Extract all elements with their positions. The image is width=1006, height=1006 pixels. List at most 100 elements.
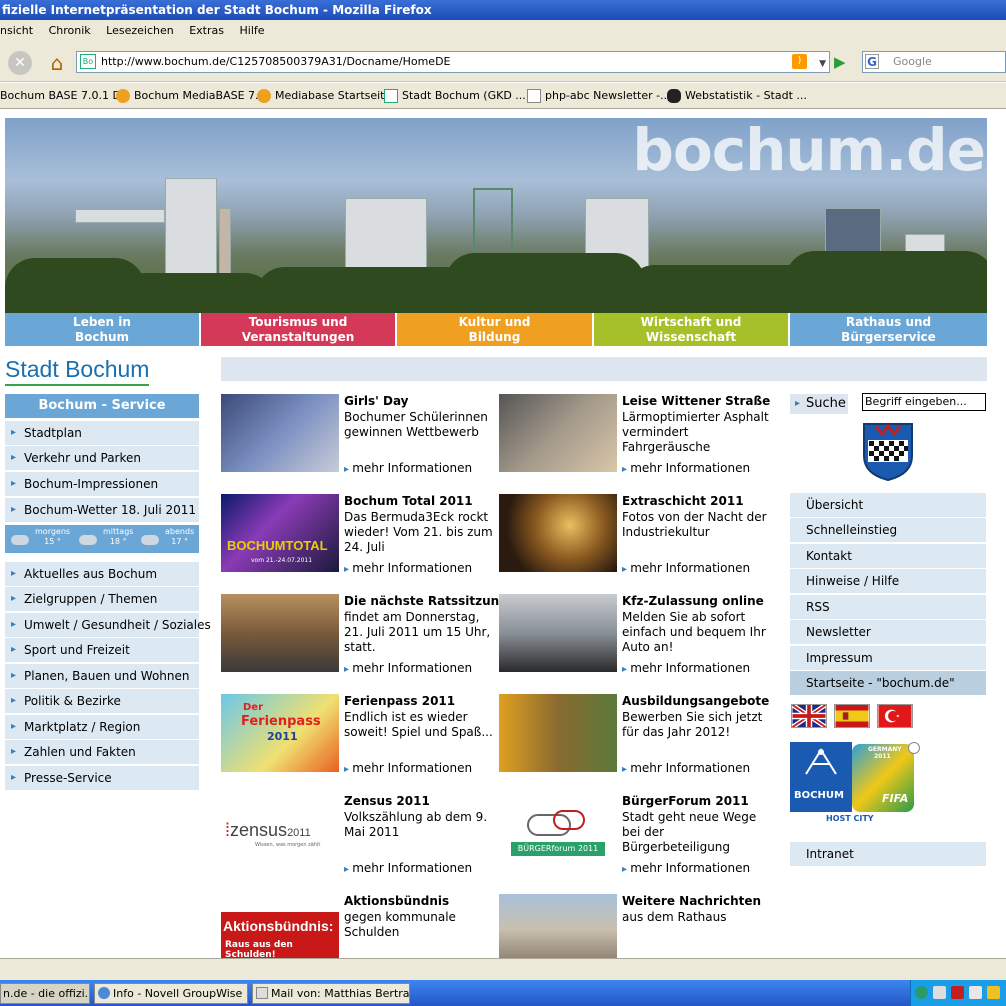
news-title[interactable]: Ausbildungsangebote <box>622 694 769 708</box>
tab-leben-in-bochum[interactable]: Leben in Bochum <box>5 313 201 346</box>
taskbar-item-groupwise[interactable]: Info - Novell GroupWise ... <box>94 983 248 1004</box>
more-link[interactable]: mehr Informationen <box>622 861 750 875</box>
bookmark-php-abc[interactable]: php-abc Newsletter -... <box>527 83 671 108</box>
menu-item-politik[interactable]: Politik & Bezirke <box>5 689 199 713</box>
url-text: http://www.bochum.de/C125708500379A31/Do… <box>101 55 451 68</box>
menu-item-zahlen[interactable]: Zahlen und Fakten <box>5 740 199 764</box>
link-hinweise[interactable]: Hinweise / Hilfe <box>790 569 986 593</box>
home-icon[interactable]: ⌂ <box>44 50 70 76</box>
link-schnelleinstieg[interactable]: Schnelleinstieg <box>790 518 986 542</box>
bookmark-mediabase[interactable]: Bochum MediaBASE 7... <box>116 83 266 108</box>
news-image-extraschicht[interactable] <box>499 494 617 572</box>
chevron-down-icon[interactable]: ▼ <box>819 54 826 72</box>
tab-tourismus[interactable]: Tourismus und Veranstaltungen <box>201 313 397 346</box>
link-startseite[interactable]: Startseite - "bochum.de" <box>790 671 986 695</box>
link-impressum[interactable]: Impressum <box>790 646 986 670</box>
news-image-kfz-zulassung[interactable] <box>499 594 617 672</box>
search-label[interactable]: Suche <box>790 394 848 414</box>
menu-item-aktuelles[interactable]: Aktuelles aus Bochum <box>5 562 199 586</box>
pen-icon[interactable] <box>933 986 946 999</box>
news-image-ausbildung[interactable] <box>499 694 617 772</box>
tab-kultur[interactable]: Kultur und Bildung <box>397 313 594 346</box>
uk-flag-icon[interactable] <box>791 704 827 728</box>
news-title[interactable]: Extraschicht 2011 <box>622 494 744 508</box>
news-image-aktionsbuendnis[interactable]: Aktionsbündnis: Raus aus den Schulden! <box>221 894 339 958</box>
site-title[interactable]: Stadt Bochum <box>5 356 150 386</box>
menu-item-zielgruppen[interactable]: Zielgruppen / Themen <box>5 587 199 611</box>
news-item: Girls' Day Bochumer Schülerinnen gewinne… <box>221 394 491 484</box>
rss-icon[interactable]: ) <box>792 54 807 69</box>
news-image-buergerforum[interactable]: BÜRGERforum 2011 <box>499 794 617 872</box>
more-link[interactable]: mehr Informationen <box>622 761 750 775</box>
menu-lesezeichen[interactable]: Lesezeichen <box>106 20 174 42</box>
tab-rathaus[interactable]: Rathaus und Bürgerservice <box>790 313 987 346</box>
menu-chronik[interactable]: Chronik <box>49 20 91 42</box>
news-title[interactable]: Zensus 2011 <box>344 794 430 808</box>
news-image-ferienpass[interactable]: Der Ferienpass 2011 <box>221 694 339 772</box>
link-kontakt[interactable]: Kontakt <box>790 544 986 568</box>
go-icon[interactable]: ▶ <box>834 53 846 71</box>
taskbar-item-firefox[interactable]: n.de - die offizi... <box>0 983 90 1004</box>
menu-item-umwelt[interactable]: Umwelt / Gesundheit / Soziales <box>5 613 211 637</box>
menu-ansicht[interactable]: nsicht <box>0 20 33 42</box>
turkey-flag-icon[interactable] <box>877 704 913 728</box>
more-link[interactable]: mehr Informationen <box>344 761 472 775</box>
stop-icon[interactable]: ✕ <box>8 51 32 75</box>
tux-icon <box>667 89 681 103</box>
news-text: aus dem Rathaus <box>622 910 727 924</box>
more-link[interactable]: mehr Informationen <box>622 561 750 575</box>
network-icon[interactable] <box>915 986 928 999</box>
bookmark-webstatistik[interactable]: Webstatistik - Stadt ... <box>667 83 807 108</box>
menu-item-impressionen[interactable]: Bochum-Impressionen <box>5 472 199 496</box>
bookmark-mediabase-startseite[interactable]: Mediabase Startseite <box>257 83 391 108</box>
menu-item-verkehr[interactable]: Verkehr und Parken <box>5 446 199 470</box>
news-title[interactable]: Ferienpass 2011 <box>344 694 455 708</box>
link-uebersicht[interactable]: Übersicht <box>790 493 986 517</box>
more-link[interactable]: mehr Informationen <box>622 461 750 475</box>
news-title[interactable]: Bochum Total 2011 <box>344 494 473 508</box>
security-icon[interactable] <box>951 986 964 999</box>
news-image-ratssitzung[interactable] <box>221 594 339 672</box>
more-link[interactable]: mehr Informationen <box>344 861 472 875</box>
more-link[interactable]: mehr Informationen <box>344 661 472 675</box>
menu-item-marktplatz[interactable]: Marktplatz / Region <box>5 715 199 739</box>
menu-item-sport[interactable]: Sport und Freizeit <box>5 638 199 662</box>
spain-flag-icon[interactable] <box>834 704 870 728</box>
menu-item-planen[interactable]: Planen, Bauen und Wohnen <box>5 664 199 688</box>
menu-hilfe[interactable]: Hilfe <box>240 20 265 42</box>
link-intranet[interactable]: Intranet <box>790 842 986 866</box>
wm-host-city-logo[interactable]: BOCHUM GERMANY 2011 FIFA HOST CITY <box>790 742 926 826</box>
search-input[interactable]: Begriff eingeben... <box>862 393 986 411</box>
volume-icon[interactable] <box>987 986 1000 999</box>
link-rss[interactable]: RSS <box>790 595 986 619</box>
more-link[interactable]: mehr Informationen <box>622 661 750 675</box>
link-newsletter[interactable]: Newsletter <box>790 620 986 644</box>
news-image-rathaus[interactable] <box>499 894 617 958</box>
shield-icon[interactable] <box>969 986 982 999</box>
news-image-wittener-strasse[interactable] <box>499 394 617 472</box>
tab-wirtschaft[interactable]: Wirtschaft und Wissenschaft <box>594 313 790 346</box>
menu-extras[interactable]: Extras <box>189 20 224 42</box>
google-icon[interactable]: G <box>865 54 879 69</box>
news-title[interactable]: BürgerForum 2011 <box>622 794 749 808</box>
news-item: Ausbildungsangebote Bewerben Sie sich je… <box>499 694 769 784</box>
google-search-input[interactable]: G Google <box>862 51 1006 73</box>
news-title[interactable]: Aktionsbündnis <box>344 894 449 908</box>
url-bar[interactable]: Bo http://www.bochum.de/C125708500379A31… <box>76 51 830 73</box>
bookmark-stadt-bochum[interactable]: Stadt Bochum (GKD ... <box>384 83 526 108</box>
news-title[interactable]: Girls' Day <box>344 394 409 408</box>
news-image-zensus[interactable]: ⁞zensus2011 Wissen, was morgen zählt <box>221 794 339 872</box>
news-image-girls-day[interactable] <box>221 394 339 472</box>
news-title[interactable]: Kfz-Zulassung online <box>622 594 764 608</box>
more-link[interactable]: mehr Informationen <box>344 461 472 475</box>
news-title[interactable]: Weitere Nachrichten <box>622 894 761 908</box>
taskbar-item-mail[interactable]: Mail von: Matthias Bertram <box>252 983 410 1004</box>
menu-item-wetter[interactable]: Bochum-Wetter 18. Juli 2011 <box>5 498 199 522</box>
more-link[interactable]: mehr Informationen <box>344 561 472 575</box>
menu-item-stadtplan[interactable]: Stadtplan <box>5 421 199 445</box>
bookmark-bochum-base[interactable]: Bochum BASE 7.0.1 DE <box>0 83 128 108</box>
menu-item-presse[interactable]: Presse-Service <box>5 766 199 790</box>
news-title[interactable]: Die nächste Ratssitzung <box>344 594 508 608</box>
news-image-bochum-total[interactable]: BOCHUMTOTAL vom 21.-24.07.2011 <box>221 494 339 572</box>
news-title[interactable]: Leise Wittener Straße <box>622 394 770 408</box>
